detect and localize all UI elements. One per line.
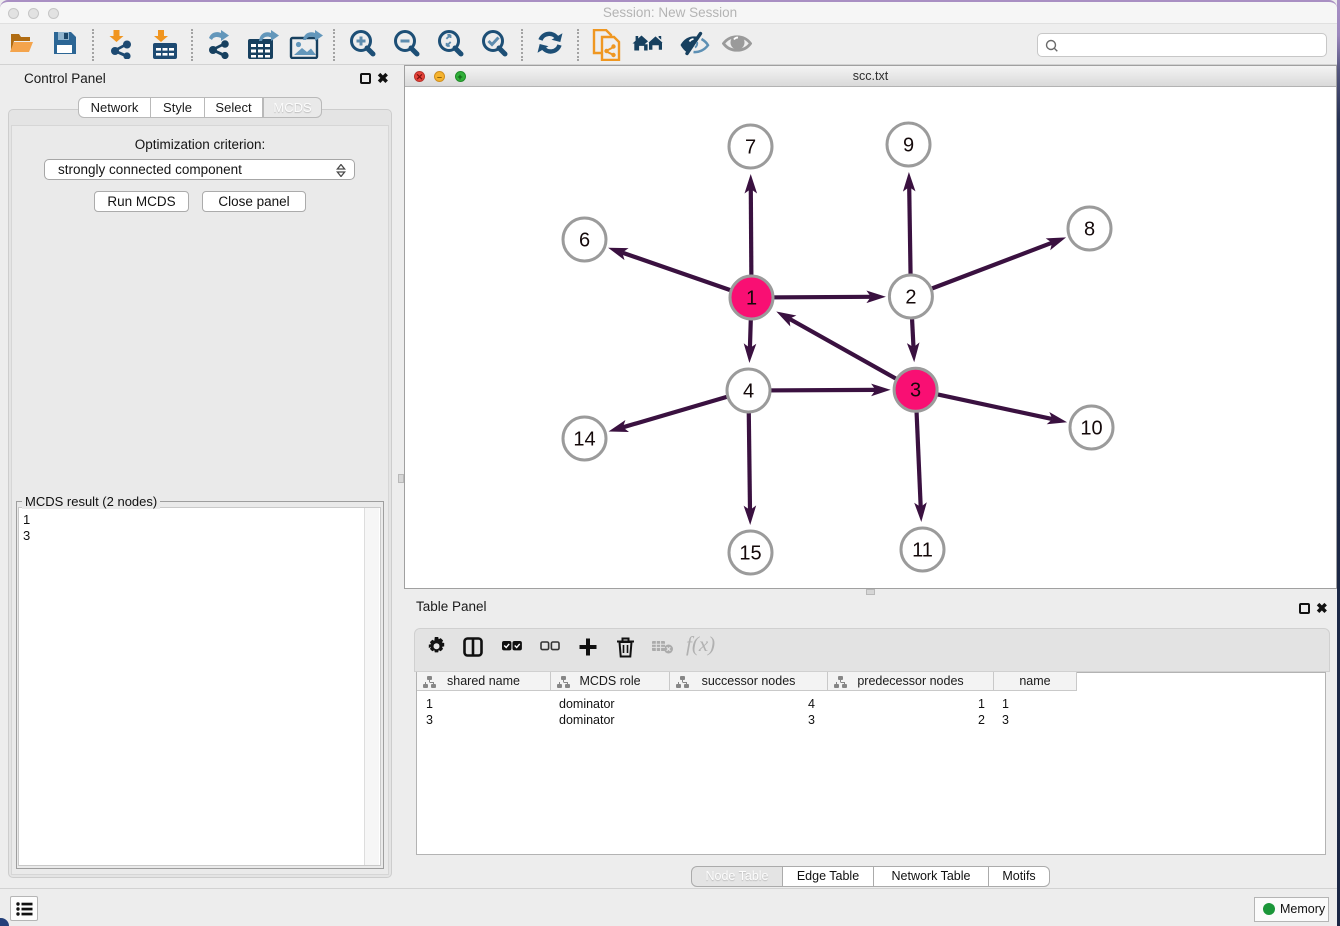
svg-text:8: 8 xyxy=(1083,218,1094,240)
svg-text:11: 11 xyxy=(912,539,933,561)
svg-text:4: 4 xyxy=(742,380,753,402)
svg-text:7: 7 xyxy=(744,136,755,158)
svg-text:6: 6 xyxy=(578,229,589,251)
svg-text:1: 1 xyxy=(745,287,756,309)
svg-text:15: 15 xyxy=(739,542,761,564)
svg-text:10: 10 xyxy=(1080,417,1102,439)
svg-text:9: 9 xyxy=(902,134,913,156)
svg-text:2: 2 xyxy=(905,286,916,308)
svg-text:3: 3 xyxy=(910,379,921,401)
svg-text:14: 14 xyxy=(573,428,595,450)
